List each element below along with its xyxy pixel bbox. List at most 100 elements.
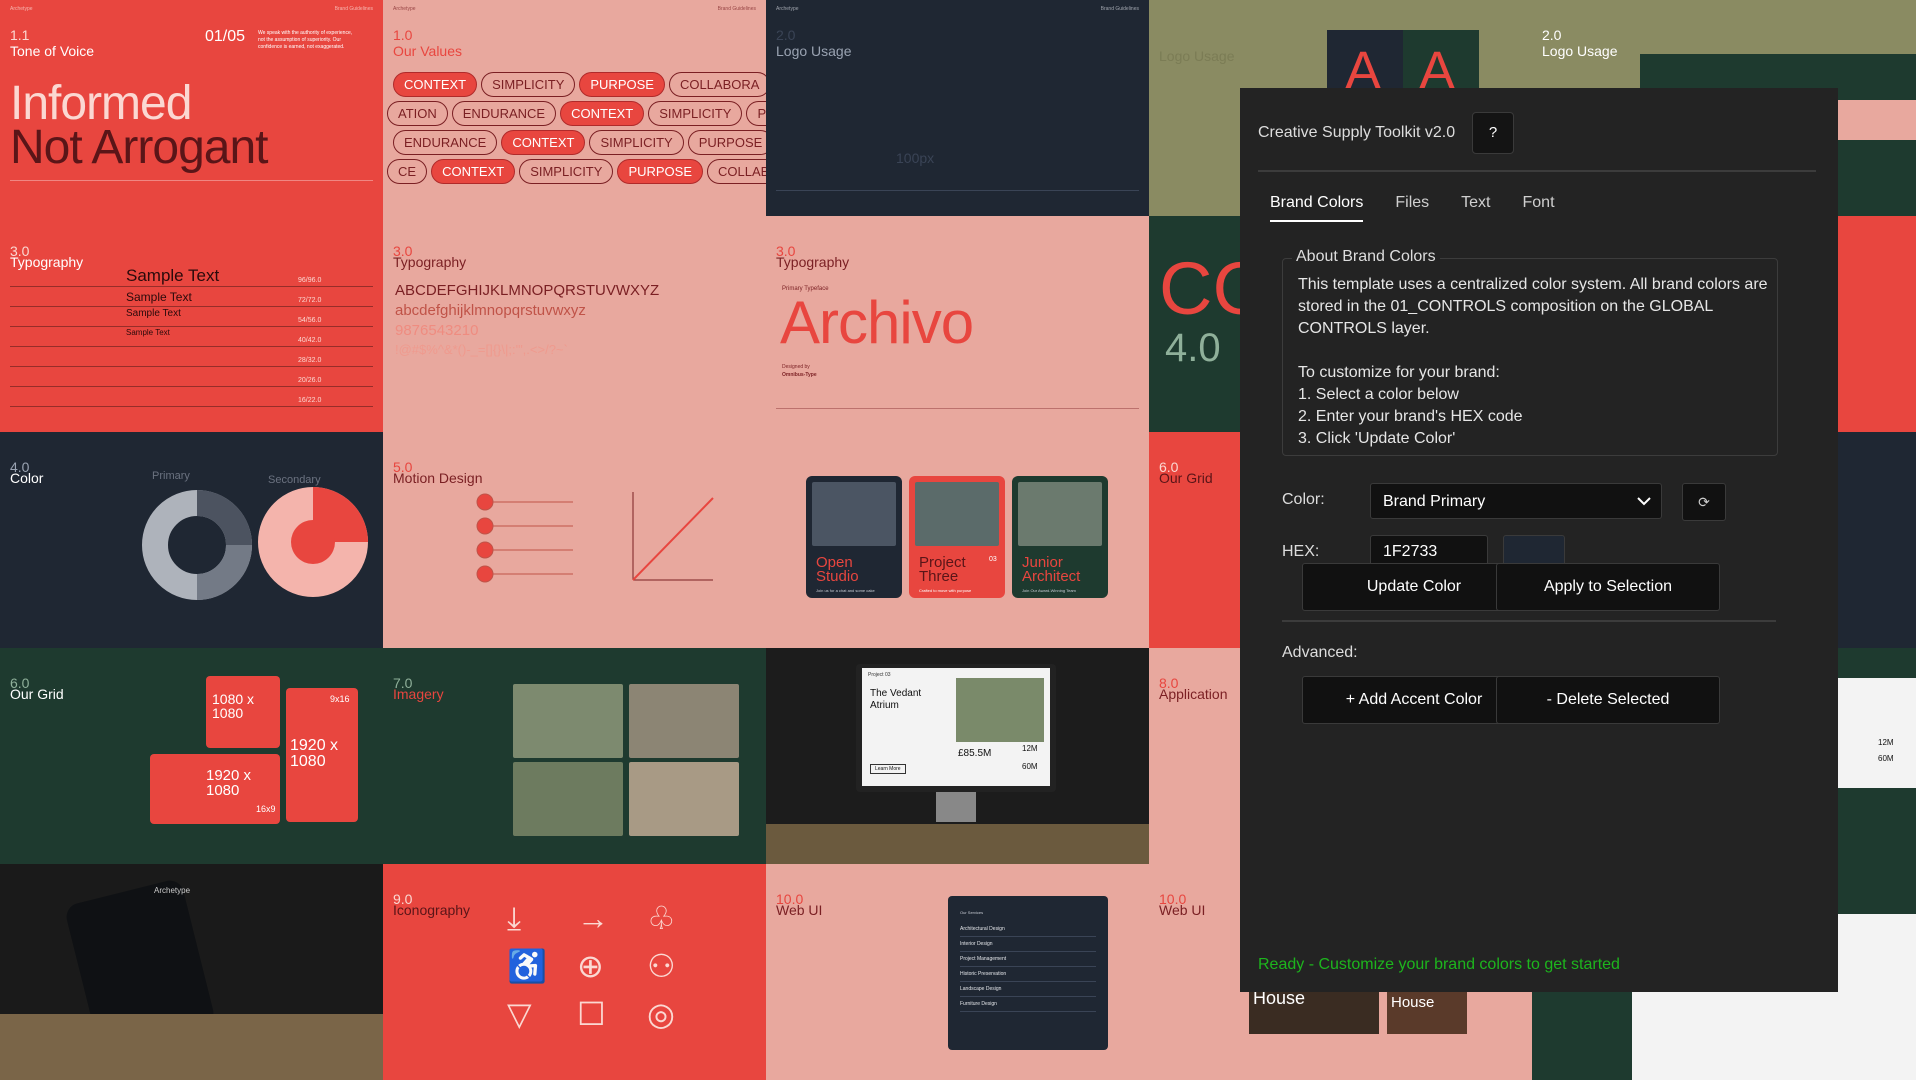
imagery-photo-1 — [513, 684, 623, 758]
about-text: This template uses a centralized color s… — [1298, 276, 1768, 447]
tile-logo-usage-dark: Archetype Brand Guidelines 2.0 Logo Usag… — [766, 0, 1149, 216]
value-pill: PURPOSE — [687, 130, 766, 155]
sample-text-4: Sample Text — [126, 328, 170, 337]
type-scale-value: 16/22.0 — [298, 397, 322, 404]
project-label: Project 03 — [868, 672, 891, 678]
value-pill: CONTEXT — [501, 130, 586, 155]
tile-motion-design: 5.0 Motion Design — [383, 432, 766, 648]
delete-selected-button[interactable]: - Delete Selected — [1496, 676, 1720, 724]
add-accent-color-button[interactable]: + Add Accent Color — [1302, 676, 1526, 724]
chat-icon: ☐ — [577, 996, 606, 1032]
metric: 60M — [1878, 754, 1894, 763]
tile-typography-scale: 3.0 Typography Sample Text Sample Text S… — [0, 216, 383, 432]
arrow-right-icon: → — [577, 900, 609, 936]
card-project-three: Project Three 03 Crafted to move with pu… — [909, 476, 1005, 598]
type-scale-value: 96/96.0 — [298, 277, 322, 284]
tab-text[interactable]: Text — [1461, 194, 1490, 222]
card-open-studio: Open Studio Join us for a chat and some … — [806, 476, 902, 598]
tile-web-ui-services: 10.0 Web UI Our Services Architectural D… — [766, 864, 1149, 1080]
card-title: Three — [919, 568, 959, 585]
value-pill: CONTEXT — [393, 72, 478, 97]
designed-by-label: Designed by — [782, 364, 810, 370]
tab-files[interactable]: Files — [1395, 194, 1429, 222]
tile-iconography: 9.0 Iconography ⤓ → ♧ ♿ ⊕ ⚇ ▽ ☐ ◎ — [383, 864, 766, 1080]
monitor-title: Atrium — [870, 700, 899, 711]
section-title: Typography — [776, 254, 850, 270]
tone-body: We speak with the authority of experienc… — [258, 30, 353, 50]
panel-tabs: Brand Colors Files Text Font — [1270, 194, 1587, 222]
color-select[interactable]: Brand Primary — [1370, 483, 1662, 519]
type-scale-value: 72/72.0 — [298, 297, 322, 304]
secondary-label: Secondary — [268, 474, 321, 486]
tile-imagery: 7.0 Imagery — [383, 648, 766, 864]
value-pill: CONTEXT — [431, 159, 516, 184]
value-pill: ENDURANCE — [451, 101, 557, 126]
tile-our-values: Archetype Brand Guidelines 1.0 Our Value… — [383, 0, 766, 216]
section-title: Tone of Voice — [10, 43, 95, 59]
section-title: Imagery — [393, 686, 444, 702]
chevron-down-icon — [1637, 497, 1651, 506]
tile-tone-of-voice: Archetype Brand Guidelines 1.1 Tone of V… — [0, 0, 383, 216]
digit-glyphs: 9876543210 — [395, 322, 479, 339]
section-title: Application — [1159, 686, 1228, 702]
card-subtitle: Join us for a chat and some cake — [816, 588, 875, 593]
value-pill: PU — [746, 101, 766, 126]
apply-to-selection-button[interactable]: Apply to Selection — [1496, 563, 1720, 611]
tree-icon: ♧ — [647, 900, 676, 936]
icon-grid: ⤓ → ♧ ♿ ⊕ ⚇ ▽ ☐ ◎ — [507, 894, 747, 1038]
primary-label: Primary — [152, 470, 190, 482]
monitor-title: The Vedant — [870, 688, 922, 699]
metric: 60M — [1022, 762, 1038, 771]
value-pill: SIMPLICITY — [589, 130, 684, 155]
tile-phone-mockup: Archetype — [0, 864, 383, 1080]
tile-our-grid-green: 6.0 Our Grid 1080 x 1080 9x16 1920 x 108… — [0, 648, 383, 864]
type-scale-value: 40/42.0 — [298, 337, 322, 344]
service-item[interactable]: Project Management — [960, 952, 1096, 967]
section-title: Typography — [393, 254, 467, 270]
section-title: Logo Usage — [1159, 48, 1235, 64]
value-pill: CE — [387, 159, 428, 184]
section-title: Color — [10, 470, 44, 486]
logo-spacing-value: 100px — [896, 150, 935, 166]
service-item[interactable]: Landscape Design — [960, 982, 1096, 997]
help-button[interactable]: ? — [1472, 112, 1514, 154]
type-scale-value: 54/56.0 — [298, 317, 322, 324]
big-num: 4.0 — [1165, 326, 1221, 370]
imagery-photo-2 — [629, 684, 739, 758]
value-pill: COLLABO — [707, 159, 766, 184]
learn-more-button[interactable]: Learn More — [870, 764, 906, 774]
value-pill: COLLABORA — [668, 72, 766, 97]
guidelines-label: Brand Guidelines — [717, 6, 756, 12]
brand-label: Archetype — [10, 6, 33, 12]
sample-text-2: Sample Text — [126, 290, 192, 304]
status-message: Ready - Customize your brand colors to g… — [1258, 956, 1620, 973]
brand-label: Archetype — [776, 6, 799, 12]
section-title: Web UI — [1159, 902, 1206, 918]
headline-line2: Not Arrogant — [10, 121, 268, 174]
advanced-label: Advanced: — [1282, 644, 1358, 661]
update-color-button[interactable]: Update Color — [1302, 563, 1526, 611]
section-title: Logo Usage — [776, 43, 852, 59]
service-item[interactable]: Furniture Design — [960, 997, 1096, 1012]
services-heading: Our Services — [960, 910, 984, 915]
tab-brand-colors[interactable]: Brand Colors — [1270, 194, 1364, 222]
service-item[interactable]: Interior Design — [960, 937, 1096, 952]
metric: 12M — [1022, 744, 1038, 753]
value-pill: SIMPLICITY — [481, 72, 576, 97]
value-pill: SIMPLICITY — [648, 101, 743, 126]
uppercase-glyphs: ABCDEFGHIJKLMNOPQRSTUVWXYZ — [395, 282, 660, 299]
value-pill: ENDURANCE — [393, 130, 498, 155]
tab-font[interactable]: Font — [1523, 194, 1555, 222]
service-item[interactable]: Historic Preservation — [960, 967, 1096, 982]
compass-icon: ◎ — [647, 996, 675, 1032]
service-item[interactable]: Architectural Design — [960, 922, 1096, 937]
section-title: Typography — [10, 254, 84, 270]
section-title: Our Grid — [10, 686, 64, 702]
section-number: 1.1 — [10, 27, 30, 43]
services-menu: Our Services Architectural Design Interio… — [948, 896, 1108, 1050]
refresh-icon[interactable]: ⟳ — [1682, 483, 1726, 521]
imagery-photo-4 — [629, 762, 739, 836]
card-subtitle: Crafted to move with purpose — [919, 588, 972, 593]
value-pill: CONTEXT — [560, 101, 645, 126]
section-number: 2.0 — [1542, 27, 1562, 43]
